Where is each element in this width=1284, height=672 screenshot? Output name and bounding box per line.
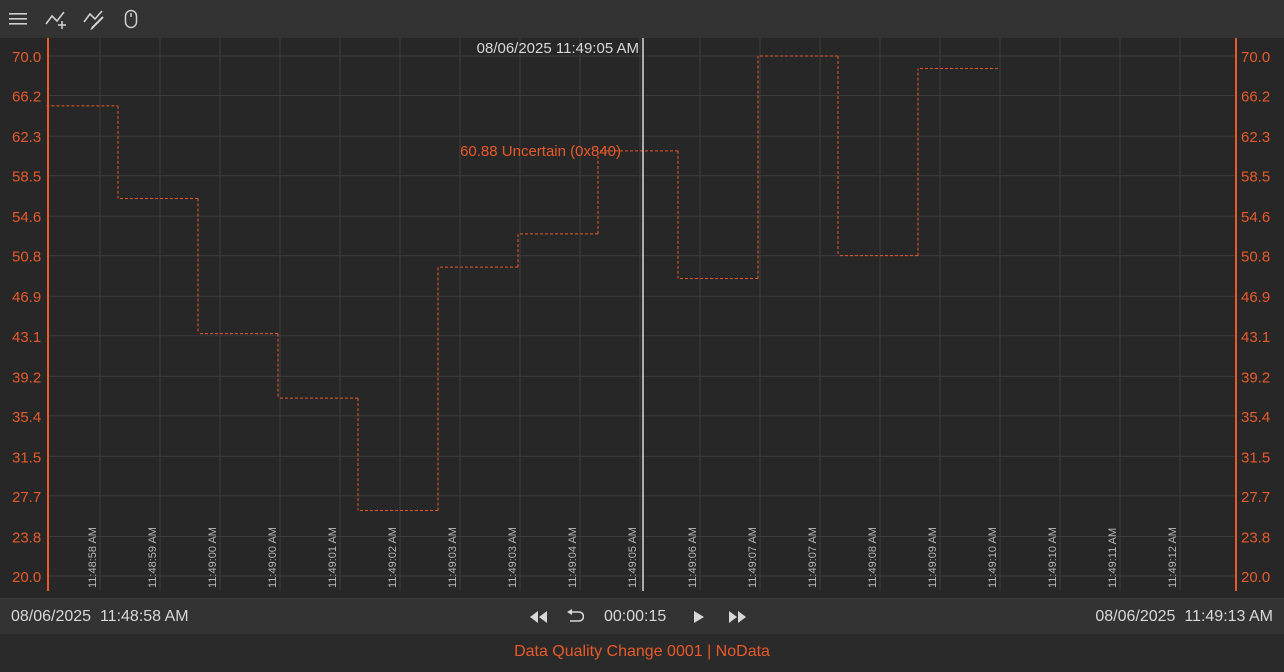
x-tick-label: 11:49:07 AM bbox=[807, 527, 819, 588]
y-tick-label-left: 35.4 bbox=[12, 409, 41, 426]
x-tick-label: 11:49:01 AM bbox=[327, 527, 339, 588]
y-tick-label-right: 46.9 bbox=[1241, 289, 1270, 306]
y-tick-label-left: 31.5 bbox=[12, 449, 41, 466]
y-tick-label-right: 23.8 bbox=[1241, 529, 1270, 546]
y-tick-label-left: 23.8 bbox=[12, 529, 41, 546]
end-time: 08/06/2025 11:49:13 AM bbox=[1095, 608, 1273, 626]
mouse-icon[interactable] bbox=[118, 6, 144, 32]
cursor-timestamp: 08/06/2025 11:49:05 AM bbox=[477, 40, 639, 57]
y-tick-label-right: 39.2 bbox=[1241, 369, 1270, 386]
y-tick-label-right: 31.5 bbox=[1241, 449, 1270, 466]
x-tick-label: 11:49:10 AM bbox=[987, 527, 999, 588]
y-tick-label-left: 43.1 bbox=[12, 329, 41, 346]
end-date-text: 08/06/2025 bbox=[1095, 608, 1176, 625]
status-bar: Data Quality Change 0001 | NoData bbox=[0, 634, 1284, 672]
y-tick-label-right: 54.6 bbox=[1241, 209, 1270, 226]
x-tick-label: 11:49:08 AM bbox=[867, 527, 879, 588]
status-message: Data Quality Change 0001 | NoData bbox=[514, 643, 770, 660]
x-tick-label: 11:48:59 AM bbox=[147, 527, 159, 588]
x-tick-label: 11:49:04 AM bbox=[567, 527, 579, 588]
x-tick-label: 11:49:02 AM bbox=[387, 527, 399, 588]
y-tick-label-right: 62.3 bbox=[1241, 129, 1270, 146]
y-tick-label-right: 35.4 bbox=[1241, 409, 1270, 426]
y-tick-label-left: 27.7 bbox=[12, 489, 41, 506]
y-tick-label-left: 39.2 bbox=[12, 369, 41, 386]
start-date-text: 08/06/2025 bbox=[11, 608, 92, 625]
x-tick-label: 11:49:10 AM bbox=[1047, 527, 1059, 588]
x-tick-label: 11:49:00 AM bbox=[267, 527, 279, 588]
y-tick-label-right: 50.8 bbox=[1241, 249, 1270, 266]
time-range-bar: 08/06/2025 11:48:58 AM 00:00:15 08/06/20… bbox=[0, 598, 1284, 635]
play-icon[interactable] bbox=[684, 604, 714, 630]
edit-trend-icon[interactable] bbox=[82, 6, 108, 32]
y-tick-label-right: 58.5 bbox=[1241, 169, 1270, 186]
toolbar bbox=[0, 0, 1284, 39]
cursor-value-annotation: 60.88 Uncertain (0x840) bbox=[460, 143, 621, 160]
x-tick-label: 11:49:09 AM bbox=[927, 527, 939, 588]
trend-chart-svg[interactable]: 70.0 66.2 62.3 58.5 54.6 50.8 46.9 43.1 39.2 35.4… bbox=[0, 38, 1284, 598]
y-tick-label-right: 20.0 bbox=[1241, 569, 1270, 586]
x-tick-label: 11:49:11 AM bbox=[1107, 528, 1119, 588]
fast-forward-icon[interactable] bbox=[722, 604, 752, 630]
y-tick-label-right: 66.2 bbox=[1241, 89, 1270, 106]
x-tick-label: 11:48:58 AM bbox=[87, 527, 99, 588]
playback-controls: 00:00:15 bbox=[524, 603, 752, 631]
undo-icon[interactable] bbox=[560, 604, 590, 630]
x-tick-label: 11:49:06 AM bbox=[687, 527, 699, 588]
add-trend-icon[interactable] bbox=[44, 6, 70, 32]
rewind-icon[interactable] bbox=[524, 604, 554, 630]
y-tick-label-left: 20.0 bbox=[12, 569, 41, 586]
y-tick-label-left: 62.3 bbox=[12, 129, 41, 146]
y-tick-label-right: 43.1 bbox=[1241, 329, 1270, 346]
x-tick-label: 11:49:07 AM bbox=[747, 527, 759, 588]
y-tick-label-left: 58.5 bbox=[12, 169, 41, 186]
x-tick-label: 11:49:03 AM bbox=[447, 527, 459, 588]
y-tick-label-right: 27.7 bbox=[1241, 489, 1270, 506]
x-tick-label: 11:49:12 AM bbox=[1167, 527, 1179, 588]
duration-display: 00:00:15 bbox=[604, 608, 667, 625]
x-tick-label: 11:49:03 AM bbox=[507, 527, 519, 588]
y-tick-label-right: 70.0 bbox=[1241, 49, 1270, 66]
start-time: 08/06/2025 11:48:58 AM bbox=[11, 608, 189, 626]
end-time-text: 11:49:13 AM bbox=[1184, 608, 1273, 625]
y-tick-label-left: 54.6 bbox=[12, 209, 41, 226]
x-tick-label: 11:49:05 AM bbox=[627, 527, 639, 588]
x-tick-label: 11:49:00 AM bbox=[207, 527, 219, 588]
trend-chart[interactable]: 70.0 66.2 62.3 58.5 54.6 50.8 46.9 43.1 39.2 35.4… bbox=[0, 38, 1284, 598]
y-tick-label-left: 66.2 bbox=[12, 89, 41, 106]
y-tick-label-left: 46.9 bbox=[12, 289, 41, 306]
y-tick-label-left: 50.8 bbox=[12, 249, 41, 266]
start-time-text: 11:48:58 AM bbox=[99, 608, 189, 625]
menu-icon[interactable] bbox=[6, 6, 32, 32]
y-tick-label-left: 70.0 bbox=[12, 49, 41, 66]
